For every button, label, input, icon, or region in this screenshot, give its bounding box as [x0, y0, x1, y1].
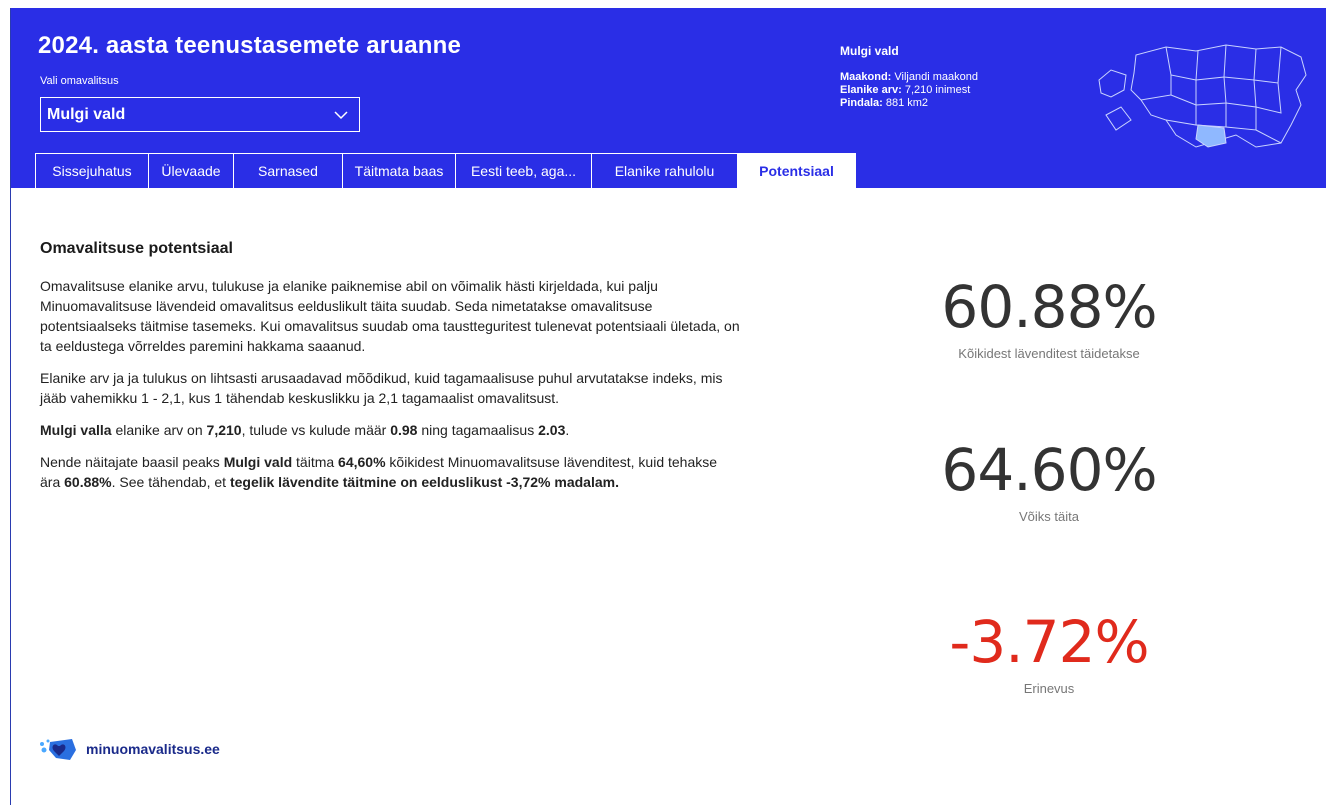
site-logo[interactable]: minuomavalitsus.ee: [38, 736, 220, 762]
kpi-actual: 60.88% Kõikidest lävenditest täidetakse: [899, 278, 1199, 361]
tab-sissejuhatus[interactable]: Sissejuhatus: [35, 153, 149, 188]
paragraph-values: Mulgi valla elanike arv on 7,210, tulude…: [40, 420, 740, 440]
paragraph-intro: Omavalitsuse elanike arvu, tulukuse ja e…: [40, 278, 740, 354]
kpi-potential: 64.60% Võiks täita: [899, 441, 1199, 524]
report-header: 2024. aasta teenustasemete aruanne Vali …: [11, 8, 1326, 188]
kpi-difference-label: Erinevus: [1023, 681, 1075, 696]
text-fragment: ning tagamaalisus: [417, 422, 539, 438]
municipality-select-value: Mulgi vald: [47, 105, 126, 123]
kpi-difference-value: -3.72%: [949, 608, 1149, 676]
tab-sarnased[interactable]: Sarnased: [233, 153, 343, 188]
text-fragment: elanike arv on: [111, 422, 207, 438]
remoteness-value: 2.03: [538, 422, 566, 438]
estonia-map: [1098, 44, 1307, 148]
report-title: 2024. aasta teenustasemete aruanne: [38, 32, 462, 59]
kpi-actual-value: 60.88%: [941, 273, 1157, 341]
kpi-difference: -3.72% Erinevus: [899, 613, 1199, 696]
text-fragment: , tulude vs kulude määr: [241, 422, 391, 438]
tab-eesti-teeb[interactable]: Eesti teeb, aga...: [455, 153, 592, 188]
population-value: 7,210 inimest: [904, 84, 971, 96]
logo-text: minuomavalitsus.ee: [86, 741, 220, 757]
tab-potentsiaal[interactable]: Potentsiaal: [737, 153, 856, 188]
area-value: 881 km2: [885, 97, 929, 109]
municipality-name-genitive: Mulgi valla: [40, 422, 112, 438]
ratio-value: 0.98: [390, 422, 418, 438]
municipality-info-name: Mulgi vald: [840, 44, 899, 58]
county-row: Maakond: Viljandi maakond: [840, 71, 978, 84]
actual-value-inline: 60.88%: [64, 474, 112, 490]
text-fragment: Nende näitajate baasil peaks: [40, 454, 224, 470]
text-fragment: . See tähendab, et: [111, 474, 230, 490]
content-section: Omavalitsuse potentsiaal Omavalitsuse el…: [40, 240, 740, 504]
municipality-select[interactable]: Mulgi vald: [40, 97, 360, 132]
paragraph-metrics: Elanike arv ja ja tulukus on lihtsasti a…: [40, 370, 723, 406]
population-label: Elanike arv:: [840, 84, 902, 96]
kpi-potential-value: 64.60%: [941, 436, 1157, 504]
county-label: Maakond:: [840, 71, 892, 83]
population-row: Elanike arv: 7,210 inimest: [840, 84, 978, 97]
tab-elanike-rahulolu[interactable]: Elanike rahulolu: [591, 153, 738, 188]
population-value-inline: 7,210: [206, 422, 242, 438]
tab-ulevaade[interactable]: Ülevaade: [148, 153, 234, 188]
section-title: Omavalitsuse potentsiaal: [40, 240, 233, 257]
conclusion-text: tegelik lävendite täitmine on eeldusliku…: [229, 474, 619, 490]
municipality-info: Mulgi vald Maakond: Viljandi maakond Ela…: [840, 45, 978, 110]
tab-bar: Sissejuhatus Ülevaade Sarnased Täitmata …: [35, 153, 856, 188]
text-fragment: täitma: [292, 454, 339, 470]
kpi-potential-label: Võiks täita: [1019, 509, 1079, 524]
expected-value-inline: 64,60%: [338, 454, 386, 470]
municipality-name-inline: Mulgi vald: [223, 454, 293, 470]
logo-icon: [40, 739, 76, 760]
area-row: Pindala: 881 km2: [840, 97, 978, 110]
area-label: Pindala:: [840, 97, 883, 109]
text-fragment: .: [565, 422, 570, 438]
municipality-select-label: Vali omavalitsus: [40, 75, 119, 87]
report-frame: 2024. aasta teenustasemete aruanne Vali …: [10, 8, 1326, 805]
chevron-down-icon: [334, 111, 348, 120]
kpi-actual-label: Kõikidest lävenditest täidetakse: [958, 346, 1140, 361]
paragraph-conclusion: Nende näitajate baasil peaks Mulgi vald …: [40, 452, 740, 492]
tab-taitmata-baas[interactable]: Täitmata baas: [342, 153, 456, 188]
county-value: Viljandi maakond: [894, 71, 978, 83]
